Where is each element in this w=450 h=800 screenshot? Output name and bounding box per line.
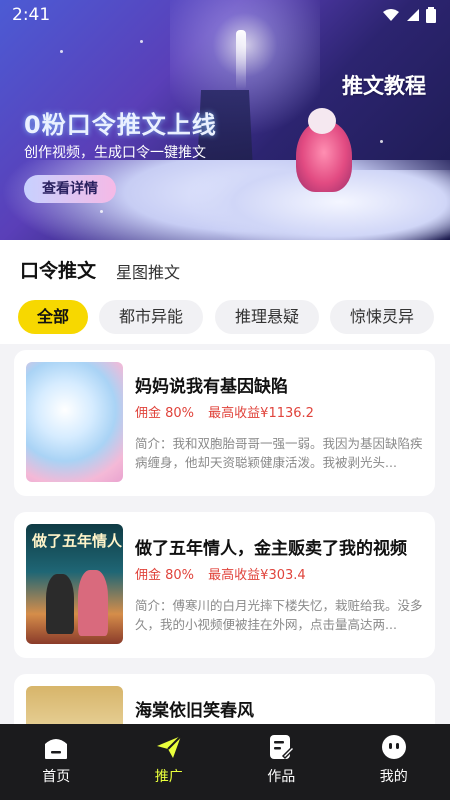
max-earnings: 最高收益¥303.4 bbox=[208, 568, 306, 583]
commission-rate: 佣金 80% bbox=[135, 406, 195, 421]
star-dot bbox=[60, 50, 63, 53]
filter-chip-urban[interactable]: 都市异能 bbox=[99, 300, 203, 334]
battery-icon bbox=[426, 7, 436, 23]
nav-label: 我的 bbox=[379, 769, 408, 785]
nav-promote[interactable]: 推广 bbox=[113, 724, 226, 800]
filter-chip-horror[interactable]: 惊悚灵异 bbox=[330, 300, 434, 334]
book-card[interactable]: 做了五年情人 做了五年情人，金主贩卖了我的视频 佣金 80% 最高收益¥303.… bbox=[14, 512, 435, 658]
signal-icon bbox=[407, 9, 419, 21]
tab-label: 口令推文 bbox=[20, 260, 97, 282]
hero-banner[interactable]: 2:41 推文教程 0粉口令推文上线 创作视频，生成口令一键推文 查看详情 bbox=[0, 0, 450, 240]
star-dot bbox=[380, 140, 383, 143]
profile-icon bbox=[381, 735, 406, 759]
commission-rate: 佣金 80% bbox=[135, 568, 195, 583]
nav-label: 推广 bbox=[154, 769, 183, 785]
tab-password-promo[interactable]: 口令推文 bbox=[20, 256, 97, 285]
content-panel: 口令推文 星图推文 全部 都市异能 推理悬疑 惊悚灵异 妈妈说我有基因缺陷 佣金… bbox=[0, 240, 450, 800]
home-icon bbox=[45, 739, 68, 759]
book-card[interactable]: 妈妈说我有基因缺陷 佣金 80% 最高收益¥1136.2 简介：我和双胞胎哥哥一… bbox=[14, 350, 435, 496]
cover-figure-man bbox=[46, 574, 74, 634]
nav-works[interactable]: 作品 bbox=[225, 724, 338, 800]
send-icon bbox=[156, 735, 182, 758]
status-bar: 2:41 bbox=[0, 0, 450, 30]
bottom-nav: 首页 推广 作品 我的 bbox=[0, 724, 450, 800]
works-icon bbox=[270, 735, 296, 760]
book-cover bbox=[26, 362, 123, 482]
nav-profile[interactable]: 我的 bbox=[338, 724, 450, 800]
view-details-button[interactable]: 查看详情 bbox=[24, 175, 116, 203]
book-cover: 做了五年情人 bbox=[26, 524, 123, 644]
star-dot bbox=[140, 40, 143, 43]
banner-title: 0粉口令推文上线 bbox=[24, 111, 217, 139]
book-intro: 简介：我和双胞胎哥哥一强一弱。我因为基因缺陷疾病缠身，他却天资聪颖健康活泼。我被… bbox=[135, 436, 423, 470]
banner-light-beam bbox=[236, 30, 246, 90]
filter-chip-all[interactable]: 全部 bbox=[18, 300, 88, 334]
nav-label: 首页 bbox=[42, 769, 71, 785]
book-earnings: 佣金 80% 最高收益¥303.4 bbox=[135, 564, 306, 583]
status-time: 2:41 bbox=[12, 5, 51, 25]
book-earnings: 佣金 80% 最高收益¥1136.2 bbox=[135, 402, 314, 421]
tab-bar: 口令推文 星图推文 bbox=[0, 240, 450, 296]
nav-home[interactable]: 首页 bbox=[0, 724, 113, 800]
star-dot bbox=[100, 210, 103, 213]
book-title: 海棠依旧笑春风 bbox=[135, 701, 254, 721]
tab-xingtu-promo[interactable]: 星图推文 bbox=[116, 259, 180, 283]
max-earnings: 最高收益¥1136.2 bbox=[208, 406, 314, 421]
filter-chip-mystery[interactable]: 推理悬疑 bbox=[215, 300, 319, 334]
book-intro: 简介：傅寒川的白月光摔下楼失忆，栽赃给我。没多久，我的小视频便被挂在外网，点击量… bbox=[135, 598, 423, 632]
cover-figure-woman bbox=[78, 570, 108, 636]
cover-title: 做了五年情人 bbox=[32, 532, 123, 550]
book-title: 妈妈说我有基因缺陷 bbox=[135, 377, 288, 397]
status-icons bbox=[382, 7, 436, 23]
category-filter-bar: 全部 都市异能 推理悬疑 惊悚灵异 bbox=[0, 296, 450, 344]
wifi-icon bbox=[383, 9, 399, 21]
banner-character-head bbox=[308, 108, 336, 134]
tutorial-link[interactable]: 推文教程 bbox=[342, 70, 426, 100]
banner-subtitle: 创作视频，生成口令一键推文 bbox=[24, 145, 206, 161]
nav-label: 作品 bbox=[267, 769, 296, 785]
book-title: 做了五年情人，金主贩卖了我的视频 bbox=[135, 539, 407, 559]
